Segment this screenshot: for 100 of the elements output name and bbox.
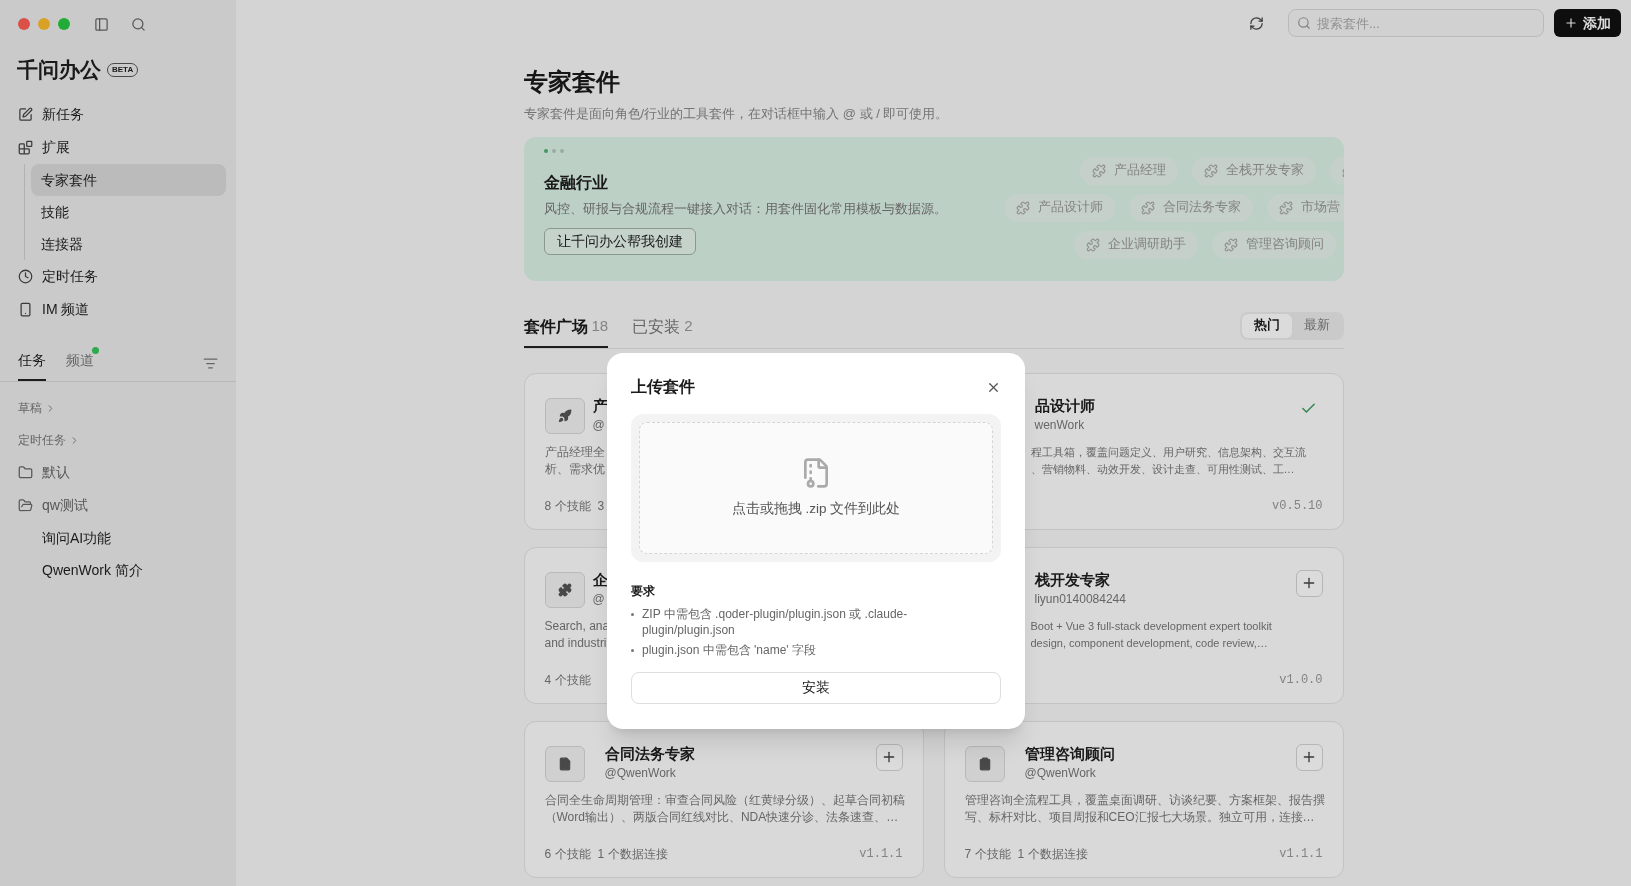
suite-author: @ xyxy=(592,416,606,434)
bullet-icon xyxy=(631,649,634,652)
app-title: 千问办公 xyxy=(17,57,101,84)
sort-option[interactable]: 热门 xyxy=(1241,313,1292,338)
puzzle-icon xyxy=(1085,237,1100,252)
open-folder-icon xyxy=(18,498,33,513)
suite-title: 品设计师 xyxy=(1034,395,1095,416)
requirements-heading: 要求 xyxy=(631,583,656,600)
description-line: 产品经理全 xyxy=(544,443,605,461)
nav-subitem[interactable]: 技能 xyxy=(31,196,226,228)
version-text: v1.1.1 xyxy=(859,845,903,863)
folder-item[interactable]: qw测试 xyxy=(18,489,218,522)
sort-option[interactable]: 最新 xyxy=(1291,313,1342,338)
puzzle-icon xyxy=(1140,200,1155,215)
page-subtitle: 专家套件是面向角色/行业的工具套件，在对话框中输入 @ 或 / 即可使用。 xyxy=(523,105,950,123)
description-line: 程工具箱，覆盖问题定义、用户研究、信息架构、交互流 xyxy=(1030,444,1306,460)
version-text: v0.5.10 xyxy=(1272,497,1323,515)
section-header[interactable]: 定时任务 xyxy=(18,424,218,456)
add-suite-button[interactable]: 添加 xyxy=(1554,9,1621,37)
dialog-title: 上传套件 xyxy=(631,377,695,397)
banner-title: 金融行业 xyxy=(543,172,609,193)
sidebar-tab[interactable]: 频道 xyxy=(66,350,94,381)
description-line: 合同全生命周期管理：审查合同风险（红黄绿分级）、起草合同初稿 xyxy=(544,791,905,809)
refresh-icon[interactable] xyxy=(1249,15,1264,31)
suite-title: 合同法务专家 xyxy=(604,743,695,764)
nav-item[interactable]: 新任务 xyxy=(10,98,226,131)
install-button[interactable]: 安装 xyxy=(631,672,1001,704)
add-button[interactable] xyxy=(875,743,903,771)
nav-item[interactable]: 扩展 xyxy=(10,131,226,164)
clock-icon xyxy=(18,269,33,284)
puzzle-icon xyxy=(1091,163,1106,178)
nav-subitem[interactable]: 连接器 xyxy=(31,228,226,260)
requirement-text: plugin.json 中需包含 'name' 字段 xyxy=(642,642,816,658)
phone-icon xyxy=(18,302,33,317)
maximize-window-icon[interactable] xyxy=(58,18,70,30)
plus-icon xyxy=(1564,16,1578,30)
bullet-icon xyxy=(631,613,634,616)
suite-title: 栈开发专家 xyxy=(1034,569,1111,590)
puzzle-icon xyxy=(1278,200,1293,215)
suite-card[interactable]: 管理咨询顾问 @QwenWork 管理咨询全流程工具，覆盖桌面调研、访谈纪要、方案框架、报告撰 写、标杆对比、项目周报和CEO汇报七大场景。独立可用，连接… 7 个技能 1 个数据连接 v1.1.1 xyxy=(943,720,1344,878)
description-line: and industri xyxy=(544,634,607,652)
add-button[interactable] xyxy=(1295,743,1323,771)
create-button[interactable]: 让千问办公帮我创建 xyxy=(543,228,696,256)
add-button[interactable] xyxy=(1295,569,1323,597)
puzzle-icon xyxy=(1203,163,1218,178)
sidebar-tab[interactable]: 任务 xyxy=(18,350,46,381)
suite-author: @ xyxy=(592,590,606,608)
task-item[interactable]: QwenWork 简介 xyxy=(18,554,218,586)
plus-icon xyxy=(1301,575,1317,591)
meta-text: 4 个技能 xyxy=(544,671,591,689)
suite-title: 管理咨询顾问 xyxy=(1024,743,1115,764)
rocket-icon xyxy=(557,408,572,423)
suite-author: @QwenWork xyxy=(1024,764,1097,782)
section-header[interactable]: 草稿 xyxy=(18,392,218,424)
meta-text: 8 个技能 xyxy=(544,497,591,515)
plus-icon xyxy=(881,749,897,765)
meta-text: 3 xyxy=(597,497,605,515)
banner-description: 风控、研报与合规流程一键接入对话：用套件固化常用模板与数据源。 xyxy=(543,200,948,218)
version-text: v1.1.1 xyxy=(1279,845,1323,863)
dropzone-hint: 点击或拖拽 .zip 文件到此处 xyxy=(731,499,901,518)
description-line: Boot + Vue 3 full-stack development expert toolkit xyxy=(1030,618,1272,634)
meta-text: 6 个技能 xyxy=(544,845,591,863)
search-field[interactable]: 搜索套件... xyxy=(1288,9,1544,37)
task-item[interactable]: 询问AI功能 xyxy=(18,522,218,554)
meta-text: 1 个数据连接 xyxy=(1017,845,1088,863)
folder-icon xyxy=(18,465,33,480)
meta-text: 1 个数据连接 xyxy=(597,845,668,863)
page-title: 专家套件 xyxy=(523,67,621,97)
puzzle-icon xyxy=(1015,200,1030,215)
suite-tab[interactable]: 套件广场 18 xyxy=(523,307,609,348)
puzzle-icon xyxy=(1223,237,1238,252)
description-line: （Word输出）、两版合同红线对比、NDA快速分诊、法条速查、… xyxy=(544,808,899,826)
document-icon xyxy=(557,756,572,771)
version-text: v1.0.0 xyxy=(1279,671,1323,689)
suite-card[interactable]: 合同法务专家 @QwenWork 合同全生命周期管理：审查合同风险（红黄绿分级）、起草合同初稿 （Word输出）、两版合同红线对比、NDA快速分诊、法条速查、… 6 个技能 1 个数据连接 v1.1.1 xyxy=(523,720,924,878)
suite-tab[interactable]: 已安装 2 xyxy=(632,307,693,348)
dropzone[interactable]: 点击或拖拽 .zip 文件到此处 xyxy=(631,414,1001,562)
suite-author: wenWork xyxy=(1034,416,1086,434)
suite-title: 企 xyxy=(592,569,608,590)
sidebar-toggle-icon[interactable] xyxy=(94,16,109,32)
filter-icon[interactable] xyxy=(203,356,218,371)
edit-icon xyxy=(18,107,33,122)
plus-icon xyxy=(1301,749,1317,765)
nav-item[interactable]: IM 频道 xyxy=(10,293,226,326)
description-line: 写、标杆对比、项目周报和CEO汇报七大场景。独立可用，连接… xyxy=(964,808,1315,826)
description-line: 、营销物料、动效开发、设计走查、可用性测试、工… xyxy=(1030,461,1295,477)
close-window-icon[interactable] xyxy=(18,18,30,30)
folder-item[interactable]: 默认 xyxy=(18,456,218,489)
description-line: 析、需求优 xyxy=(544,460,605,478)
nav-subitem[interactable]: 专家套件 xyxy=(31,164,226,196)
description-line: design, component development, code review,… xyxy=(1030,635,1268,651)
nav-item[interactable]: 定时任务 xyxy=(10,260,226,293)
suite-author: liyun0140084244 xyxy=(1034,590,1126,608)
meta-text: 7 个技能 xyxy=(964,845,1011,863)
description-line: 管理咨询全流程工具，覆盖桌面调研、访谈纪要、方案框架、报告撰 xyxy=(964,791,1325,809)
blocks-icon xyxy=(18,140,33,155)
suite-author: @QwenWork xyxy=(604,764,677,782)
search-icon xyxy=(1297,16,1311,30)
search-icon[interactable] xyxy=(131,16,146,32)
suite-title: 产 xyxy=(592,395,608,416)
